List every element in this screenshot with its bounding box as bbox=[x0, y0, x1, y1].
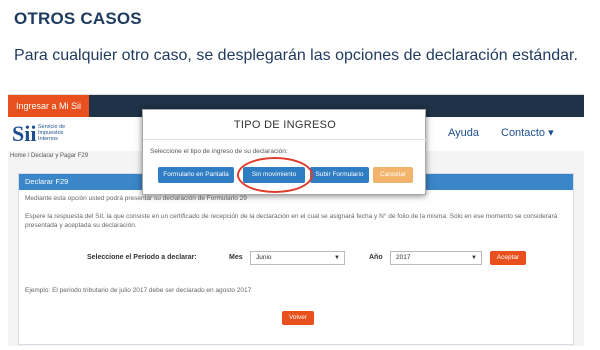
cancelar-button[interactable]: Cancelar bbox=[373, 167, 413, 183]
breadcrumb[interactable]: Home / Declarar y Pagar F29 bbox=[10, 153, 88, 159]
nav-contacto-menu[interactable]: Contacto ▾ bbox=[501, 126, 554, 139]
example-text: Ejemplo: El periodo tributario de julio … bbox=[25, 287, 252, 294]
chevron-down-icon: ▼ bbox=[471, 255, 477, 261]
panel-intro-text: Mediante esta opción usted podrá present… bbox=[25, 195, 247, 202]
sii-logo-mark: Sii bbox=[12, 121, 37, 146]
sin-movimiento-button[interactable]: Sin movimiento bbox=[243, 167, 305, 183]
modal-title: TIPO DE INGRESO bbox=[233, 119, 337, 131]
tipo-ingreso-modal: TIPO DE INGRESO Seleccione el tipo de in… bbox=[142, 109, 427, 195]
modal-instruction: Seleccione el tipo de ingreso de su decl… bbox=[150, 148, 288, 155]
period-select-label: Seleccione el Periodo a declarar: bbox=[87, 254, 197, 261]
login-mi-sii-button[interactable]: Ingresar a Mi Sii bbox=[8, 95, 90, 117]
month-label: Mes bbox=[229, 254, 243, 261]
panel-instructions-text: Espere la respuesta del SII, la que cons… bbox=[25, 213, 558, 229]
nav-ayuda-link[interactable]: Ayuda bbox=[448, 127, 479, 139]
year-select[interactable]: 2017 ▼ bbox=[390, 251, 482, 265]
formulario-en-pantalla-button[interactable]: Formulario en Pantalla bbox=[158, 167, 234, 183]
sii-logo[interactable]: Sii Servicio de Impuestos Internos bbox=[12, 121, 112, 147]
month-select-value: Junio bbox=[256, 254, 272, 261]
screenshot-frame: Ingresar a Mi Sii Sii Servicio de Impues… bbox=[8, 94, 584, 346]
modal-divider bbox=[143, 139, 427, 140]
subir-formulario-button[interactable]: Subir Formulario bbox=[310, 167, 369, 183]
volver-button[interactable]: Volver bbox=[282, 311, 314, 325]
year-select-value: 2017 bbox=[396, 254, 411, 261]
month-select[interactable]: Junio ▼ bbox=[250, 251, 345, 265]
sii-logo-text: Servicio de Impuestos Internos bbox=[38, 124, 66, 142]
slide-description: Para cualquier otro caso, se desplegarán… bbox=[14, 47, 578, 64]
chevron-down-icon: ▼ bbox=[334, 255, 340, 261]
slide-title: OTROS CASOS bbox=[14, 9, 142, 28]
year-label: Año bbox=[369, 254, 383, 261]
aceptar-button[interactable]: Aceptar bbox=[490, 251, 526, 265]
declarar-f29-panel: Declarar F29 Mediante esta opción usted … bbox=[18, 173, 574, 345]
